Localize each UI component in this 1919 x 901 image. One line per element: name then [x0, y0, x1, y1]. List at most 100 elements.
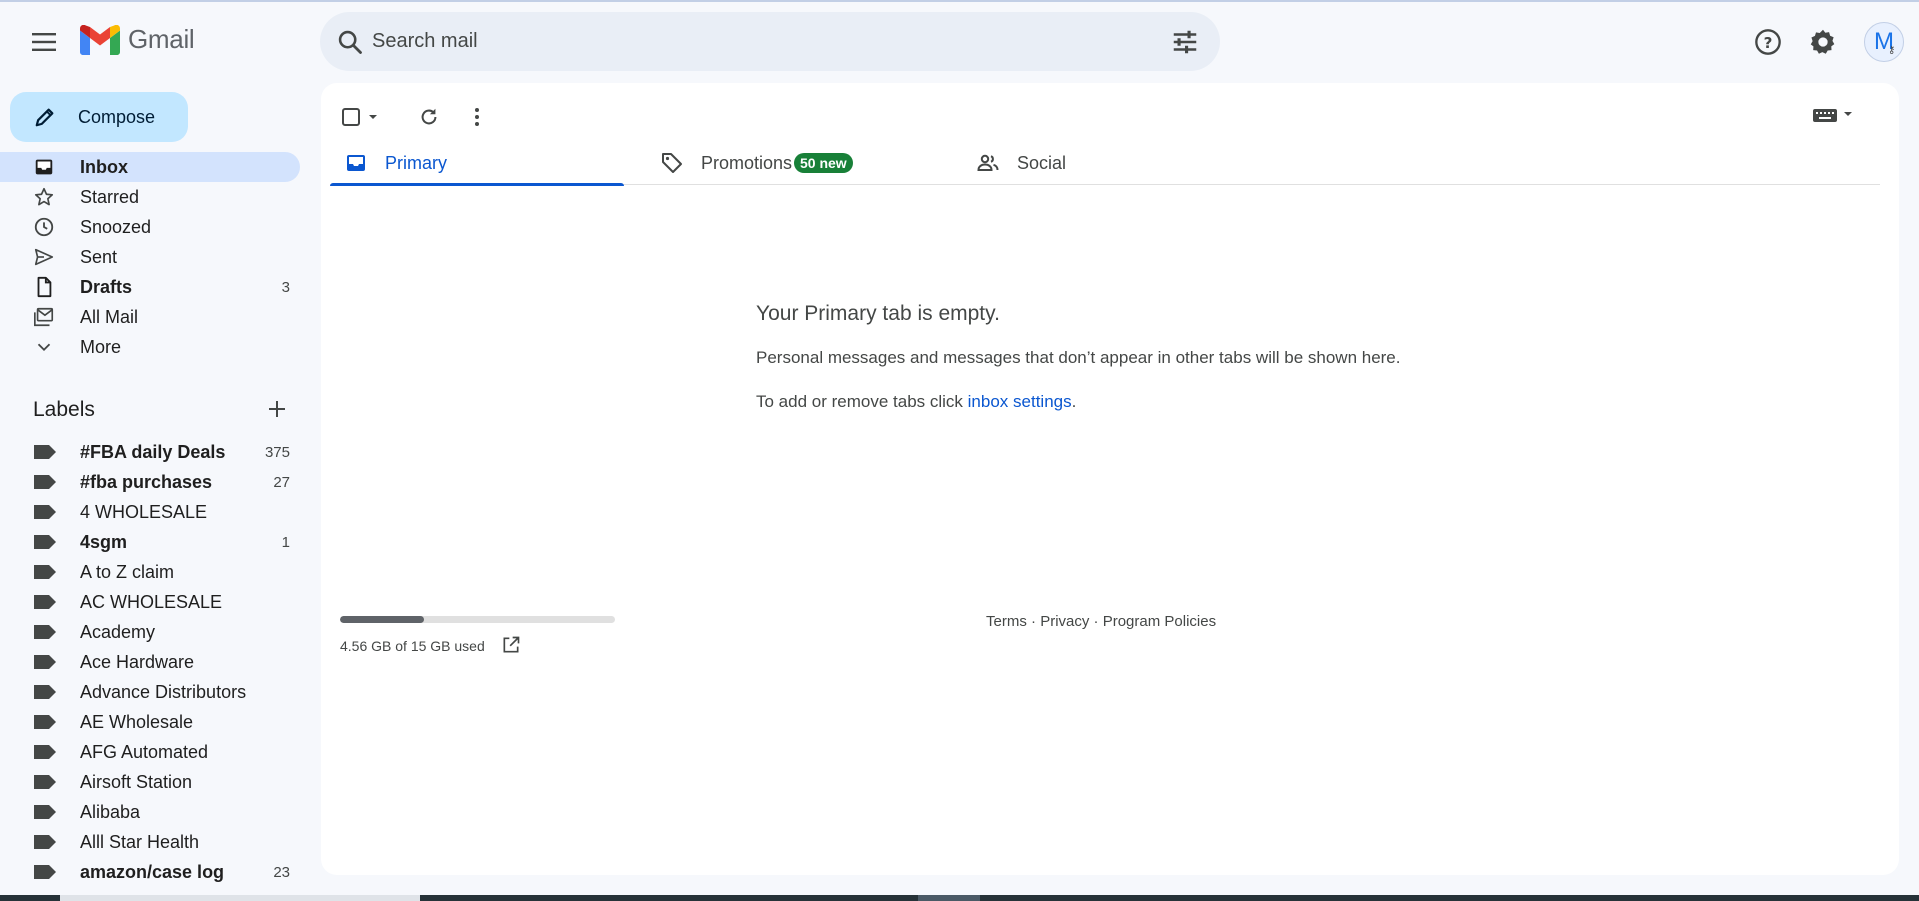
- sidebar-item-drafts[interactable]: Drafts 3: [0, 272, 300, 302]
- main-menu-button[interactable]: [22, 22, 66, 62]
- search-input[interactable]: [372, 12, 1132, 71]
- horizontal-scrollbar[interactable]: [0, 895, 1919, 901]
- plus-icon: [269, 401, 285, 417]
- search-options-icon[interactable]: [1170, 27, 1200, 57]
- labels-heading: Labels: [33, 398, 95, 421]
- tab-primary-label: Primary: [385, 153, 447, 173]
- label-count: 27: [273, 473, 290, 491]
- inbox-settings-link[interactable]: inbox settings: [968, 392, 1072, 411]
- label-name: AC WHOLESALE: [80, 591, 223, 612]
- label-name: A to Z claim: [80, 561, 175, 582]
- draft-icon: [33, 276, 55, 298]
- search-bar[interactable]: [320, 12, 1220, 71]
- label-count: 375: [264, 443, 290, 461]
- label-item[interactable]: #fba purchases 27: [0, 467, 300, 497]
- label-item[interactable]: AC WHOLESALE: [0, 587, 300, 617]
- label-item[interactable]: 4 WHOLESALE: [0, 497, 300, 527]
- label-item[interactable]: Alll Star Health: [0, 827, 300, 857]
- label-icon: [34, 745, 56, 759]
- tab-social-label: Social: [1017, 153, 1067, 173]
- label-name: AE Wholesale: [80, 711, 194, 732]
- input-tools-button[interactable]: [1809, 97, 1859, 133]
- support-button[interactable]: ?: [1750, 24, 1786, 60]
- label-icon: [34, 835, 56, 849]
- people-icon: [977, 154, 999, 171]
- sidebar-item-inbox[interactable]: Inbox: [0, 152, 300, 182]
- label-item[interactable]: Airsoft Station: [0, 767, 300, 797]
- storage-bar-fill: [340, 616, 424, 623]
- label-item[interactable]: #FBA daily Deals 375: [0, 437, 300, 467]
- inbox-settings-hint: To add or remove tabs click inbox settin…: [756, 392, 1076, 412]
- label-name: Alll Star Health: [80, 831, 200, 852]
- footer-separator: ·: [1089, 613, 1103, 630]
- label-icon: [34, 865, 56, 879]
- label-name: amazon/case log: [80, 861, 225, 882]
- promotions-new-badge: 50 new: [794, 153, 853, 173]
- create-label-button[interactable]: [264, 396, 290, 422]
- tab-social[interactable]: Social: [962, 145, 1256, 185]
- scrollbar-thumb[interactable]: [60, 895, 420, 901]
- checkbox-icon: [342, 108, 377, 126]
- refresh-button[interactable]: [411, 99, 447, 135]
- label-item[interactable]: 4sgm 1: [0, 527, 300, 557]
- sidebar-item-sent[interactable]: Sent: [0, 242, 300, 272]
- sidebar-item-snoozed[interactable]: Snoozed: [0, 212, 300, 242]
- label-icon: [34, 565, 56, 579]
- account-avatar[interactable]: M: [1864, 22, 1904, 62]
- all-mail-icon: [33, 306, 55, 328]
- gmail-m-icon: [80, 24, 120, 55]
- more-options-button[interactable]: [459, 99, 495, 135]
- sidebar-item-more[interactable]: More: [0, 332, 300, 362]
- external-link-icon[interactable]: [501, 635, 521, 655]
- sidebar-item-label: Sent: [80, 246, 118, 267]
- label-item[interactable]: AFG Automated: [0, 737, 300, 767]
- footer-separator: ·: [1026, 613, 1041, 630]
- settings-hint-period: .: [1071, 392, 1077, 411]
- gmail-logo[interactable]: Gmail: [80, 24, 195, 55]
- label-item[interactable]: Advance Distributors: [0, 677, 300, 707]
- svg-text:?: ?: [1764, 34, 1773, 52]
- sidebar-item-label: More: [80, 336, 122, 357]
- label-count: 1: [281, 533, 290, 551]
- empty-tab-description: Personal messages and messages that don’…: [756, 348, 1401, 367]
- label-item[interactable]: AE Wholesale: [0, 707, 300, 737]
- refresh-icon: [421, 108, 437, 125]
- label-name: 4sgm: [80, 531, 128, 552]
- label-icon: [34, 625, 56, 639]
- label-icon: [34, 535, 56, 549]
- label-icon: [34, 475, 56, 489]
- empty-tab-title: Your Primary tab is empty.: [756, 302, 1000, 325]
- label-name: #FBA daily Deals: [80, 441, 226, 462]
- inbox-tabs: Primary Promotions 50 new Social: [330, 145, 1880, 186]
- sidebar-item-count: 3: [281, 278, 290, 296]
- sidebar-item-label: Inbox: [80, 156, 128, 177]
- label-item[interactable]: Alibaba: [0, 797, 300, 827]
- select-checkbox[interactable]: [339, 99, 383, 135]
- program-policies-link[interactable]: Program Policies: [1103, 613, 1216, 630]
- search-icon[interactable]: [336, 28, 364, 56]
- hamburger-menu-icon: [32, 33, 56, 51]
- label-item[interactable]: Academy: [0, 617, 300, 647]
- main-panel: Primary Promotions 50 new Social Your Pr…: [321, 83, 1899, 875]
- tab-primary[interactable]: Primary: [330, 145, 624, 186]
- label-item[interactable]: Ace Hardware: [0, 647, 300, 677]
- label-count: 23: [273, 863, 290, 881]
- label-icon: [34, 655, 56, 669]
- privacy-link[interactable]: Privacy: [1040, 613, 1089, 630]
- sidebar-item-all-mail[interactable]: All Mail: [0, 302, 300, 332]
- sidebar-item-starred[interactable]: Starred: [0, 182, 300, 212]
- compose-button[interactable]: Compose: [10, 92, 188, 142]
- label-item[interactable]: A to Z claim: [0, 557, 300, 587]
- terms-link[interactable]: Terms: [986, 613, 1027, 630]
- labels-list: #FBA daily Deals 375 #fba purchases 27 4 WHO…: [0, 437, 300, 887]
- sidebar-item-label: Starred: [80, 186, 140, 207]
- tab-promotions[interactable]: Promotions 50 new: [646, 145, 940, 185]
- label-icon: [34, 595, 56, 609]
- label-name: Ace Hardware: [80, 651, 195, 672]
- settings-button[interactable]: [1805, 24, 1841, 60]
- keyboard-icon: [1813, 109, 1852, 122]
- label-name: #fba purchases: [80, 471, 213, 492]
- label-icon: [34, 685, 56, 699]
- label-item[interactable]: amazon/case log 23: [0, 857, 300, 887]
- help-icon: ?: [1755, 29, 1781, 55]
